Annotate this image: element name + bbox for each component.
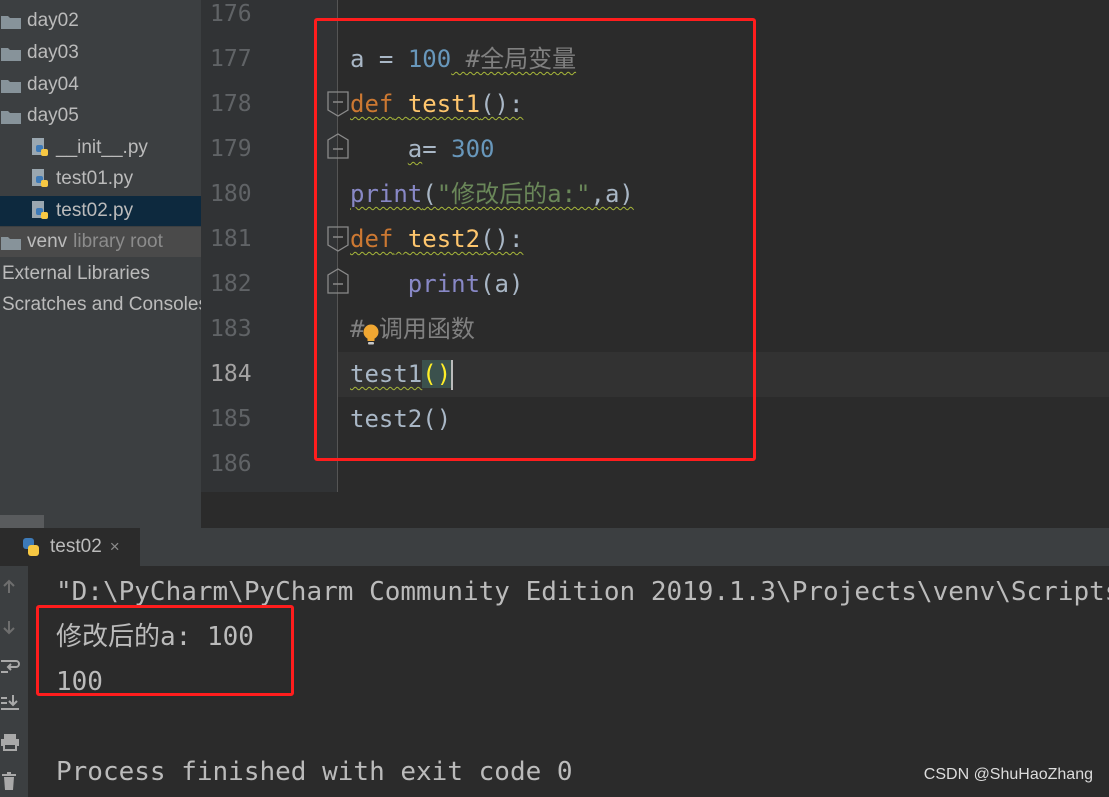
tree-item-label: venv [27, 231, 68, 252]
tree-item-external-libraries[interactable]: External Libraries [0, 259, 201, 289]
tree-item-label: day02 [27, 10, 79, 31]
python-file-icon [32, 201, 48, 219]
sidebar-scrollbar-thumb[interactable] [0, 515, 44, 528]
run-tool-window-header: test02 × [0, 528, 1109, 566]
folder-icon [1, 236, 21, 250]
trash-icon[interactable] [0, 771, 20, 791]
tree-item-label: __init__.py [56, 137, 148, 158]
soft-wrap-icon[interactable] [0, 656, 20, 676]
tree-item-label: day05 [27, 105, 79, 126]
tree-item-label: Scratches and Consoles [2, 294, 201, 315]
run-tab-test02[interactable]: test02 × [0, 528, 140, 566]
line-number: 176 [210, 1, 252, 27]
tree-item-label: test02.py [56, 200, 134, 221]
tree-item-venv[interactable]: venv library root [0, 227, 201, 257]
tree-item-day02[interactable]: day02 [0, 6, 201, 36]
tree-item-day05[interactable]: day05 [0, 101, 201, 131]
tree-item-label: day04 [27, 74, 79, 95]
line-number: 186 [210, 451, 252, 477]
python-icon [23, 538, 39, 556]
annotation-box-code [314, 18, 756, 461]
scroll-to-end-icon[interactable] [0, 692, 20, 712]
line-number: 180 [210, 181, 252, 207]
close-icon[interactable]: × [110, 537, 120, 557]
folder-icon [1, 110, 21, 124]
folder-icon [1, 79, 21, 93]
line-number-current: 184 [210, 361, 252, 387]
line-number: 182 [210, 271, 252, 297]
run-toolbar [0, 566, 28, 797]
tree-item-day03[interactable]: day03 [0, 38, 201, 68]
console-line-exit: Process finished with exit code 0 [56, 757, 573, 787]
annotation-box-output [36, 605, 294, 696]
run-tab-label: test02 [50, 536, 102, 557]
line-number: 179 [210, 136, 252, 162]
python-file-icon [32, 138, 48, 156]
tree-item-init-py[interactable]: __init__.py [0, 133, 201, 163]
sidebar-scrollbar[interactable] [0, 515, 201, 528]
tree-item-test01-py[interactable]: test01.py [0, 164, 201, 194]
arrow-down-icon[interactable] [0, 617, 20, 637]
line-number: 185 [210, 406, 252, 432]
folder-icon [1, 47, 21, 61]
line-number: 178 [210, 91, 252, 117]
line-number: 177 [210, 46, 252, 72]
tree-item-test02-py[interactable]: test02.py [0, 196, 201, 226]
tree-item-scratches[interactable]: Scratches and Consoles [0, 290, 201, 320]
line-number: 183 [210, 316, 252, 342]
arrow-up-icon[interactable] [0, 577, 20, 597]
project-tree: day02 day03 day04 day05 __init__.py test… [0, 0, 201, 515]
tree-item-label: External Libraries [2, 263, 150, 284]
python-file-icon [32, 169, 48, 187]
folder-icon [1, 15, 21, 29]
tree-item-label: test01.py [56, 168, 134, 189]
library-root-note: library root [73, 231, 163, 252]
line-number: 181 [210, 226, 252, 252]
print-icon[interactable] [0, 732, 20, 752]
tree-item-label: day03 [27, 42, 79, 63]
editor-bottom-area [201, 492, 1109, 528]
tree-item-day04[interactable]: day04 [0, 70, 201, 100]
watermark: CSDN @ShuHaoZhang [923, 766, 1093, 783]
